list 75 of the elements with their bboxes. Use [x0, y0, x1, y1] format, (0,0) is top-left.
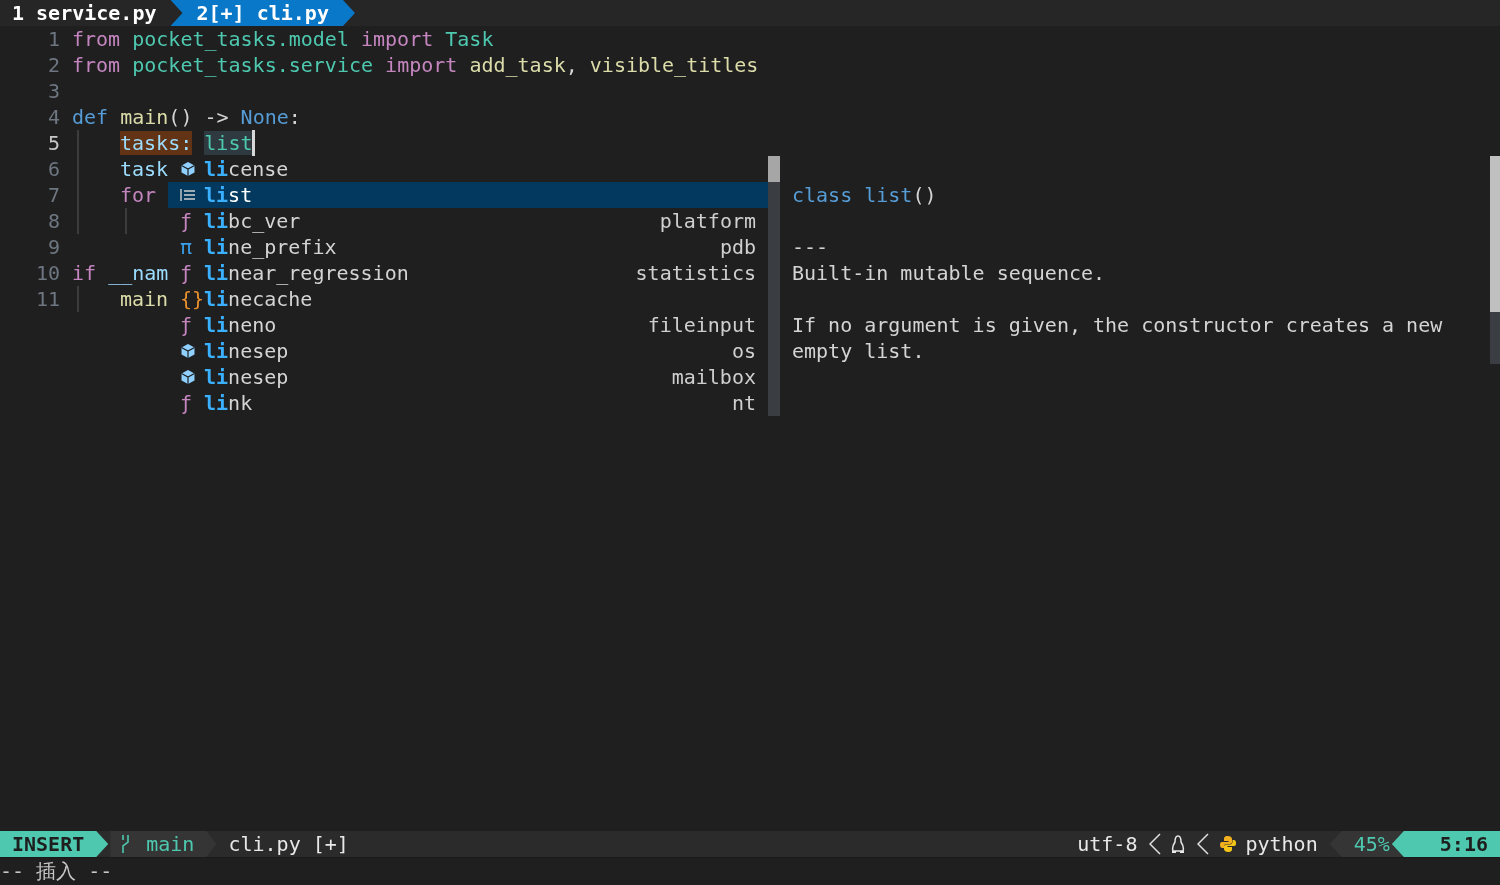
- list-icon: [180, 188, 196, 202]
- line-number: 9: [46, 234, 60, 260]
- highlighted-text: tasks:: [120, 131, 193, 155]
- function-icon: ƒ: [180, 390, 204, 416]
- cube-icon: [180, 161, 196, 177]
- buffer-tab[interactable]: 1 service.py: [0, 0, 171, 26]
- line-number: 11: [34, 286, 60, 312]
- code-line: for: [120, 182, 157, 208]
- code-line: def main() -> None:: [72, 104, 301, 130]
- completion-label: link: [204, 390, 254, 416]
- code-line: task: [120, 156, 169, 182]
- line-number: 4: [46, 104, 60, 130]
- chevron-icon: [1149, 833, 1162, 855]
- mode-indicator: INSERT: [0, 831, 109, 857]
- penguin-icon: [1171, 835, 1186, 853]
- completion-label: lineno: [204, 312, 278, 338]
- completion-label: line_prefix: [204, 234, 338, 260]
- line-number: 1: [46, 26, 60, 52]
- doc-paragraph: Built-in mutable sequence.: [792, 260, 1107, 286]
- completion-source: fileinput: [647, 312, 756, 338]
- signature-text: class list(): [792, 182, 938, 208]
- completion-label: list: [204, 182, 254, 208]
- completion-item[interactable]: ƒ linear_regression statistics: [168, 260, 768, 286]
- doc-paragraph: If no argument is given, the constructor creates a new empty list.: [792, 312, 1444, 364]
- completion-item[interactable]: linesep mailbox: [168, 364, 768, 390]
- filetype-label: python: [1245, 831, 1318, 857]
- completion-source: mailbox: [671, 364, 756, 390]
- completion-item[interactable]: license: [168, 156, 768, 182]
- line-number: 3: [46, 78, 60, 104]
- completion-label: license: [204, 156, 290, 182]
- completion-item[interactable]: ƒ link nt: [168, 390, 768, 416]
- completion-item[interactable]: linesep os: [168, 338, 768, 364]
- code-line: if __nam: [72, 260, 169, 286]
- scrollbar-thumb[interactable]: [768, 156, 780, 182]
- completion-item[interactable]: π line_prefix pdb: [168, 234, 768, 260]
- completion-item[interactable]: list: [168, 182, 768, 208]
- scrollbar-thumb[interactable]: [1490, 156, 1500, 312]
- completion-item[interactable]: ƒ libc_ver platform: [168, 208, 768, 234]
- branch-name: main: [146, 831, 195, 857]
- code-line: main: [120, 286, 169, 312]
- cursor-position: 5:16: [1391, 831, 1500, 857]
- python-icon: [1219, 835, 1238, 853]
- cube-icon: [180, 343, 196, 359]
- function-icon: ƒ: [180, 312, 204, 338]
- code-line: from pocket_tasks.service import add_task, visible_titles: [72, 52, 759, 78]
- completion-label: linear_regression: [204, 260, 410, 286]
- line-number: 5: [46, 130, 60, 156]
- line-number: 6: [46, 156, 60, 182]
- completion-label: linecache: [204, 286, 314, 312]
- completion-label: linesep: [204, 364, 290, 390]
- completion-label: linesep: [204, 338, 290, 364]
- line-number: 7: [46, 182, 60, 208]
- buffer-tab[interactable]: 2[+] cli.py: [170, 0, 355, 26]
- encoding-label: utf-8: [1077, 831, 1138, 857]
- separator-text: ---: [792, 234, 830, 260]
- function-icon: ƒ: [180, 260, 204, 286]
- line-number: 2: [46, 52, 60, 78]
- file-name: cli.py [+]: [228, 831, 349, 857]
- line-number: 10: [34, 260, 60, 286]
- line-number: 8: [46, 208, 60, 234]
- completion-source: pdb: [719, 234, 756, 260]
- constant-icon: π: [180, 234, 204, 260]
- completion-source: os: [731, 338, 756, 364]
- highlighted-text: list: [204, 131, 253, 155]
- cube-icon: [180, 369, 196, 385]
- completion-item[interactable]: ƒ lineno fileinput: [168, 312, 768, 338]
- function-icon: ƒ: [180, 208, 204, 234]
- completion-item[interactable]: {}linecache: [168, 286, 768, 312]
- chevron-icon: [1197, 833, 1210, 855]
- completion-source: platform: [659, 208, 756, 234]
- completion-label: libc_ver: [204, 208, 302, 234]
- namespace-icon: {}: [180, 286, 204, 312]
- code-line: from pocket_tasks.model import Task: [72, 26, 494, 52]
- completion-source: statistics: [635, 260, 756, 286]
- completion-source: nt: [731, 390, 756, 416]
